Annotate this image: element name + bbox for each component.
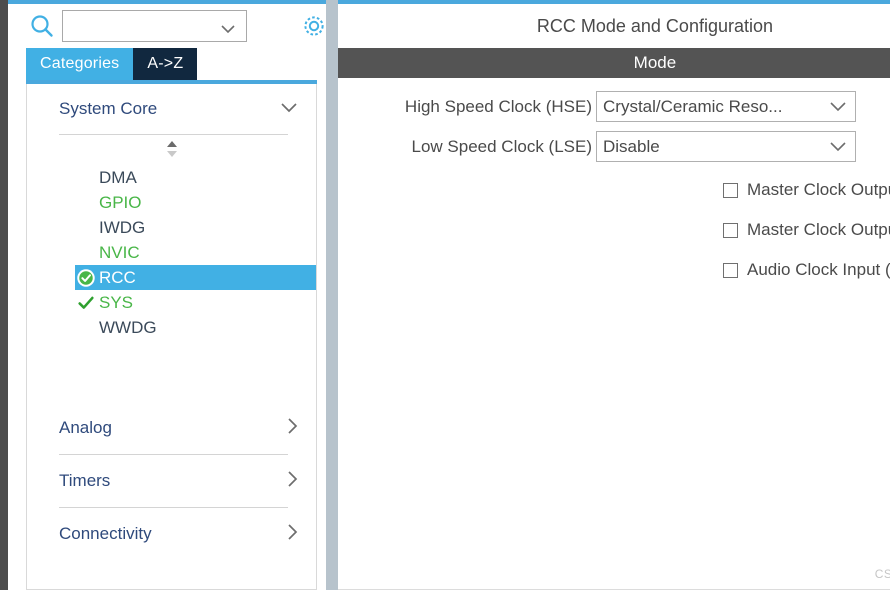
list-item-label: IWDG xyxy=(99,217,146,237)
tab-a-to-z[interactable]: A->Z xyxy=(133,48,198,80)
checkbox-audio-clock-input[interactable] xyxy=(723,262,738,278)
checkbox-row-audio-clock-input[interactable]: Audio Clock Input (I2S_CKIN) xyxy=(338,250,890,290)
left-edge-rail xyxy=(0,0,8,590)
panel-splitter[interactable] xyxy=(326,0,338,590)
page-title: RCC Mode and Configuration xyxy=(338,4,890,48)
chevron-right-icon[interactable] xyxy=(287,417,298,440)
category-label: Analog xyxy=(59,418,112,437)
checkbox-label-mco1: Master Clock Output 1 xyxy=(747,180,890,199)
field-label-lse: Low Speed Clock (LSE) xyxy=(411,136,592,156)
list-item-label: RCC xyxy=(99,267,136,287)
check-icon xyxy=(75,292,97,314)
chevron-right-icon[interactable] xyxy=(287,523,298,546)
list-item-iwdg[interactable]: IWDG xyxy=(27,215,316,240)
check-circle-icon xyxy=(75,267,97,289)
group-header-system-core[interactable]: System Core xyxy=(27,84,316,134)
select-lse-value: Disable xyxy=(603,136,660,156)
cubemx-window: Categories A->Z System Core DMA GPIO IWD… xyxy=(0,0,890,590)
chevron-right-icon[interactable] xyxy=(287,470,298,493)
search-icon xyxy=(28,12,56,40)
category-label: Connectivity xyxy=(59,524,152,543)
list-item-rcc[interactable]: RCC xyxy=(75,265,316,290)
peripheral-items: DMA GPIO IWDG NVIC RCC SYS WWDG xyxy=(27,163,316,340)
chevron-down-icon[interactable] xyxy=(280,100,298,118)
search-row xyxy=(8,4,326,48)
list-item-label: WWDG xyxy=(99,317,157,337)
list-item-dma[interactable]: DMA xyxy=(27,165,316,190)
mode-form: High Speed Clock (HSE) Crystal/Ceramic R… xyxy=(338,78,890,590)
category-label: Timers xyxy=(59,471,111,490)
category-connectivity[interactable]: Connectivity xyxy=(27,508,316,560)
category-list: System Core DMA GPIO IWDG NVIC RCC SYS W… xyxy=(26,84,317,590)
field-row-hse: High Speed Clock (HSE) Crystal/Ceramic R… xyxy=(338,90,890,123)
list-item-label: NVIC xyxy=(99,242,140,262)
gear-icon[interactable] xyxy=(299,11,329,41)
select-hse[interactable]: Crystal/Ceramic Reso... xyxy=(596,91,856,122)
checkbox-row-mco2[interactable]: Master Clock Output 2 xyxy=(338,210,890,250)
list-item-wwdg[interactable]: WWDG xyxy=(27,315,316,340)
watermark: CSDN @X小鸽 xyxy=(874,567,890,581)
chevron-down-icon[interactable] xyxy=(829,137,847,157)
checkbox-row-mco1[interactable]: Master Clock Output 1 xyxy=(338,170,890,210)
field-row-lse: Low Speed Clock (LSE) Disable xyxy=(338,130,890,163)
list-item-label: DMA xyxy=(99,167,137,187)
search-input[interactable] xyxy=(62,10,247,42)
chevron-down-icon[interactable] xyxy=(829,97,847,117)
section-header-mode: Mode xyxy=(338,48,890,78)
category-timers[interactable]: Timers xyxy=(27,455,316,507)
tab-categories-label: Categories xyxy=(40,55,120,72)
select-hse-value: Crystal/Ceramic Reso... xyxy=(603,96,783,116)
checkbox-label-mco2: Master Clock Output 2 xyxy=(747,220,890,239)
checkbox-mco1[interactable] xyxy=(723,182,738,198)
configuration-panel: RCC Mode and Configuration Mode High Spe… xyxy=(338,0,890,590)
field-label-hse: High Speed Clock (HSE) xyxy=(404,96,592,116)
category-analog[interactable]: Analog xyxy=(27,402,316,454)
tab-categories[interactable]: Categories xyxy=(26,48,134,80)
up-down-spinner-icon[interactable] xyxy=(27,135,316,163)
browser-tabs: Categories A->Z xyxy=(8,48,326,80)
group-title: System Core xyxy=(59,99,158,118)
list-item-label: GPIO xyxy=(99,192,142,212)
list-item-sys[interactable]: SYS xyxy=(27,290,316,315)
checkbox-mco2[interactable] xyxy=(723,222,738,238)
component-browser-panel: Categories A->Z System Core DMA GPIO IWD… xyxy=(8,0,326,590)
chevron-down-icon[interactable] xyxy=(220,21,236,34)
list-item-nvic[interactable]: NVIC xyxy=(27,240,316,265)
select-lse[interactable]: Disable xyxy=(596,131,856,162)
list-item-gpio[interactable]: GPIO xyxy=(27,190,316,215)
list-item-label: SYS xyxy=(99,292,134,312)
checkbox-label-audio-clock-input: Audio Clock Input (I2S_CKIN) xyxy=(747,260,890,279)
tab-a-to-z-label: A->Z xyxy=(147,55,184,72)
